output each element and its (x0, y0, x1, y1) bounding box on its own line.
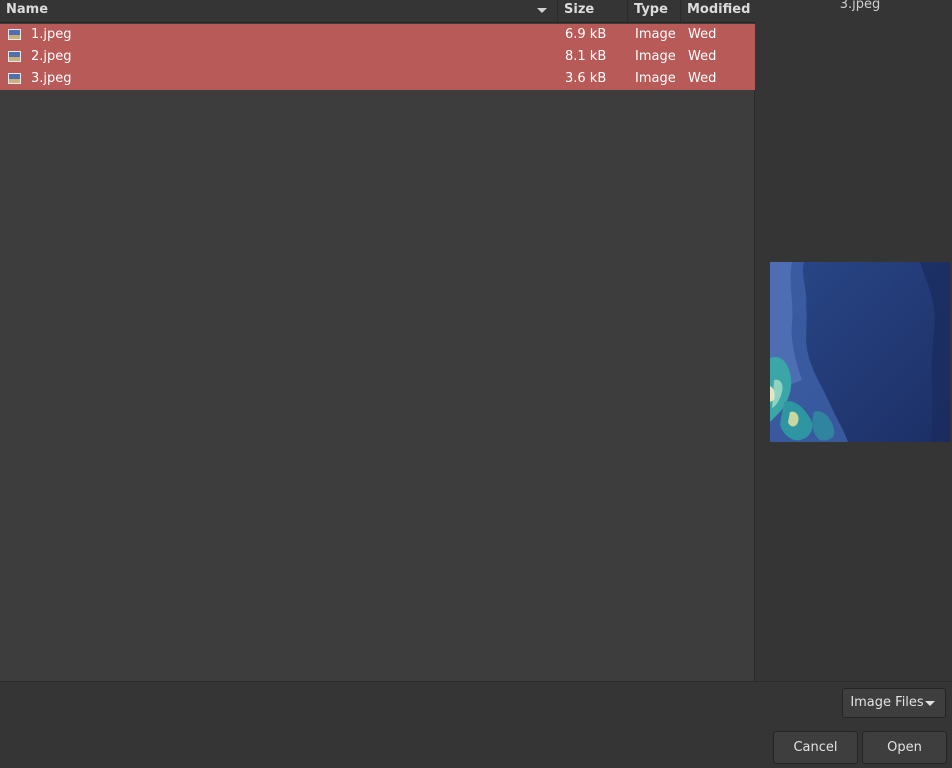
file-type-filter-dropdown[interactable]: Image Files (842, 688, 946, 718)
column-header-type-label: Type (634, 2, 668, 17)
file-name: 2.jpeg (31, 49, 72, 64)
chevron-down-icon (925, 701, 935, 706)
column-header-name[interactable]: Name (0, 0, 557, 22)
file-size: 3.6 kB (565, 71, 607, 86)
sort-descending-icon (537, 8, 547, 13)
file-modified: Wed (688, 71, 717, 86)
file-modified: Wed (688, 49, 717, 64)
file-type-filter-label: Image Files (850, 695, 924, 710)
file-row[interactable]: 1.jpeg 6.9 kB Image Wed (0, 24, 755, 46)
column-header-modified-label: Modified (687, 2, 751, 17)
file-type: Image (635, 71, 676, 86)
image-file-icon (8, 73, 21, 84)
file-row[interactable]: 3.jpeg 3.6 kB Image Wed (0, 68, 755, 90)
preview-filename: 3.jpeg (839, 0, 881, 12)
column-header-modified[interactable]: Modified (680, 0, 755, 22)
file-type: Image (635, 27, 676, 42)
bottom-separator (0, 681, 952, 682)
open-button[interactable]: Open (862, 731, 947, 764)
column-header-size[interactable]: Size (557, 0, 627, 22)
column-header-size-label: Size (564, 2, 595, 17)
image-file-icon (8, 29, 21, 40)
file-modified: Wed (688, 27, 717, 42)
cancel-button[interactable]: Cancel (773, 731, 858, 764)
file-rows: 1.jpeg 6.9 kB Image Wed 2.jpeg 8.1 kB Im… (0, 24, 755, 90)
file-list-pane[interactable]: Name Size Type Modified 1.jpeg 6.9 kB Im… (0, 0, 755, 681)
image-file-icon (8, 51, 21, 62)
file-name: 3.jpeg (31, 71, 72, 86)
file-name: 1.jpeg (31, 27, 72, 42)
satellite-image-preview (770, 262, 950, 442)
file-row[interactable]: 2.jpeg 8.1 kB Image Wed (0, 46, 755, 68)
file-size: 6.9 kB (565, 27, 607, 42)
column-header-name-label: Name (6, 2, 49, 17)
preview-thumbnail (770, 262, 950, 442)
column-header-type[interactable]: Type (627, 0, 680, 22)
file-type: Image (635, 49, 676, 64)
file-size: 8.1 kB (565, 49, 607, 64)
column-header-row: Name Size Type Modified (0, 0, 755, 23)
